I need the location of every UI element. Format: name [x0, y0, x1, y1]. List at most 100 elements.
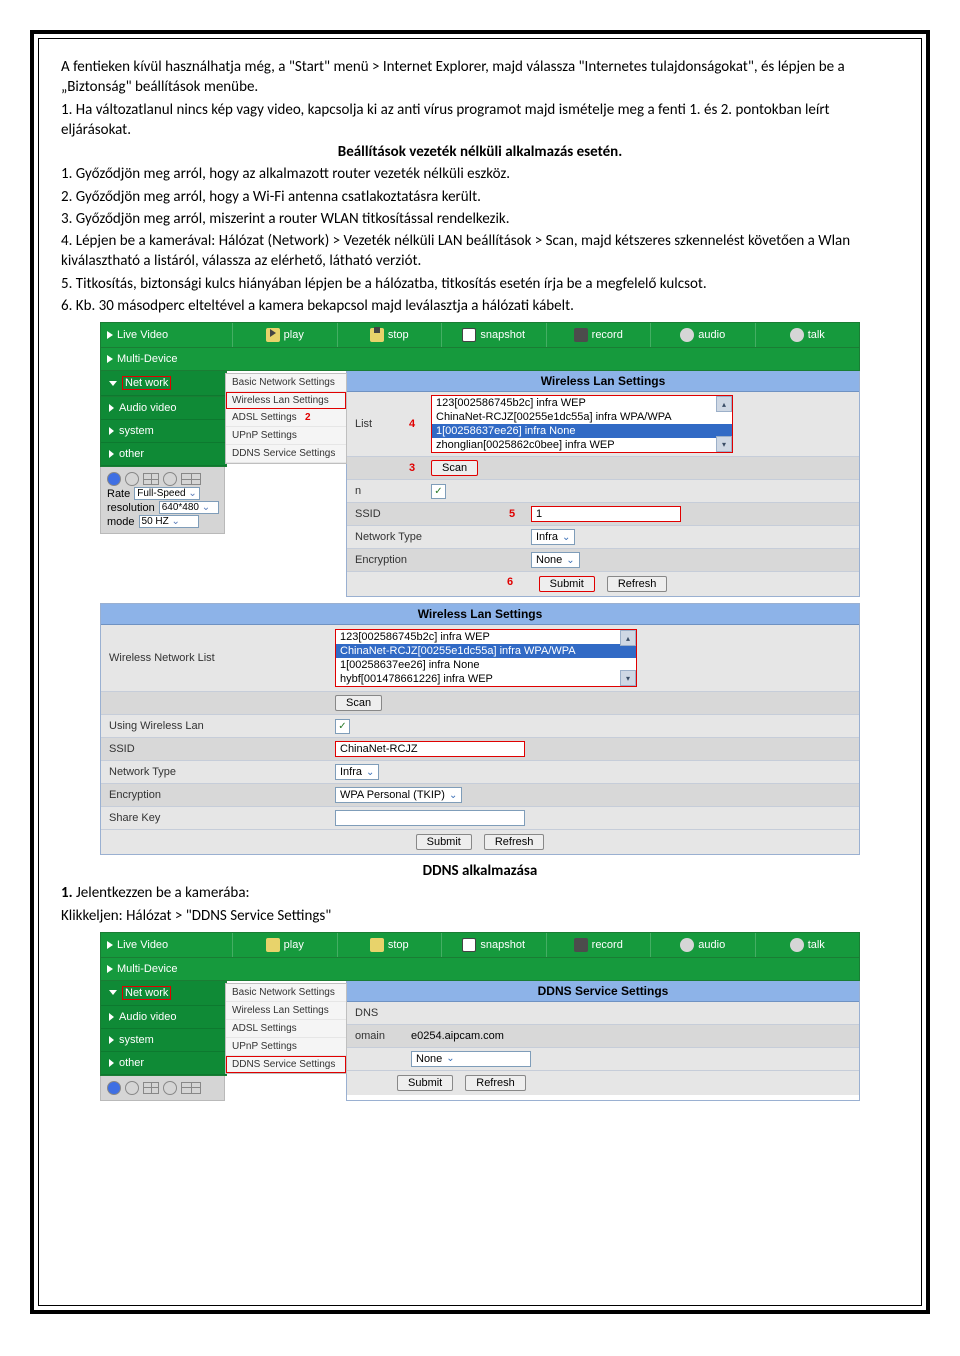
list-item[interactable]: 1[00258637ee26] infra None	[336, 658, 636, 672]
submenu-ddns[interactable]: DDNS Service Settings	[226, 1056, 346, 1073]
list-item-selected[interactable]: 1[00258637ee26] infra None	[432, 424, 732, 438]
view-mode-single-icon[interactable]	[107, 1081, 121, 1095]
sidebar-item-audio-video[interactable]: Audio video	[101, 397, 226, 420]
network-type-select[interactable]: Infra⌄	[531, 529, 575, 545]
submenu-upnp[interactable]: UPnP Settings	[226, 1038, 346, 1056]
wireless-network-list[interactable]: 123[002586745b2c] infra WEP ChinaNet-RCJ…	[431, 395, 733, 453]
view-mode-9-icon[interactable]	[181, 473, 201, 485]
scroll-up-icon[interactable]: ▴	[620, 630, 636, 646]
snapshot-button[interactable]: snapshot	[441, 933, 546, 957]
list-item[interactable]: hybf[001478661226] infra WEP	[336, 672, 636, 686]
scroll-down-icon[interactable]: ▾	[716, 436, 732, 452]
wireless-network-list[interactable]: 123[002586745b2c] infra WEP ChinaNet-RCJ…	[335, 629, 637, 687]
sidebar-item-system[interactable]: system	[101, 1029, 226, 1052]
scroll-down-icon[interactable]: ▾	[620, 670, 636, 686]
submenu-basic-network[interactable]: Basic Network Settings	[226, 374, 346, 392]
sidebar-lower: Audio video system other	[100, 397, 227, 467]
scan-button[interactable]: Scan	[431, 460, 478, 476]
play-button[interactable]: play	[232, 933, 337, 957]
marker-3: 3	[409, 462, 415, 474]
record-button[interactable]: record	[546, 323, 651, 347]
view-mode-blank2-icon[interactable]	[163, 472, 177, 486]
encryption-label: Encryption	[101, 786, 327, 804]
section-heading: Beállítások vezeték nélküli alkalmazás e…	[61, 142, 899, 162]
sidebar-item-multi-device[interactable]: Multi-Device	[101, 353, 232, 365]
submenu-ddns[interactable]: DDNS Service Settings	[226, 445, 346, 463]
view-mode-4-icon[interactable]	[143, 1082, 159, 1094]
snapshot-icon	[462, 938, 476, 952]
submenu-adsl[interactable]: ADSL Settings 2	[226, 409, 346, 427]
list-item: 3. Győződjön meg arról, miszerint a rout…	[61, 209, 899, 229]
screenshot-wlan-2: Wireless Lan Settings Wireless Network L…	[100, 603, 860, 855]
resolution-select[interactable]: 640*480	[159, 501, 219, 514]
submenu-wireless-lan[interactable]: Wireless Lan Settings	[226, 1002, 346, 1020]
sidebar-item-live-video[interactable]: Live Video	[101, 939, 232, 951]
scan-button[interactable]: Scan	[335, 695, 382, 711]
view-mode-blank-icon[interactable]	[125, 1081, 139, 1095]
list-item[interactable]: ChinaNet-RCJZ[00255e1dc55a] infra WPA/WP…	[432, 410, 732, 424]
ddns-provider-select[interactable]: None⌄	[411, 1051, 531, 1067]
domain-label: omain	[347, 1027, 403, 1045]
ssid-input[interactable]	[531, 506, 681, 522]
snapshot-icon	[462, 328, 476, 342]
list-item[interactable]: zhonglian[0025862c0bee] infra WEP	[432, 438, 732, 452]
share-key-input[interactable]	[335, 810, 525, 826]
paragraph: Klikkeljen: Hálózat > "DDNS Service Sett…	[61, 906, 899, 926]
sidebar-item-audio-video[interactable]: Audio video	[101, 1006, 226, 1029]
submenu-upnp[interactable]: UPnP Settings	[226, 427, 346, 445]
using-wlan-checkbox[interactable]: ✓	[335, 719, 350, 734]
submenu-basic-network[interactable]: Basic Network Settings	[226, 984, 346, 1002]
sidebar-item-other[interactable]: other	[101, 1052, 226, 1075]
view-mode-single-icon[interactable]	[107, 472, 121, 486]
list-item: 6. Kb. 30 másodperc elteltével a kamera …	[61, 296, 899, 316]
refresh-button[interactable]: Refresh	[465, 1075, 526, 1091]
scroll-up-icon[interactable]: ▴	[716, 396, 732, 412]
marker-5: 5	[509, 508, 515, 520]
refresh-button[interactable]: Refresh	[607, 576, 668, 592]
view-mode-blank-icon[interactable]	[125, 472, 139, 486]
document-body: A fentieken kívül használhatja még, a "S…	[61, 57, 899, 316]
sidebar: Net work	[100, 371, 227, 397]
audio-button[interactable]: audio	[650, 933, 755, 957]
view-mode-4-icon[interactable]	[143, 473, 159, 485]
talk-button[interactable]: talk	[755, 933, 860, 957]
paragraph: A fentieken kívül használhatja még, a "S…	[61, 57, 899, 98]
record-button[interactable]: record	[546, 933, 651, 957]
submit-button[interactable]: Submit	[539, 576, 595, 592]
sidebar-item-multi-device[interactable]: Multi-Device	[101, 963, 232, 975]
stop-button[interactable]: stop	[337, 323, 442, 347]
submenu-wireless-lan[interactable]: Wireless Lan Settings	[226, 392, 346, 409]
using-wlan-checkbox[interactable]: ✓	[431, 484, 446, 499]
encryption-select[interactable]: WPA Personal (TKIP)⌄	[335, 787, 462, 803]
screenshot-wlan-1: Live Video play stop snapshot record aud…	[100, 322, 860, 597]
rate-select[interactable]: Full-Speed	[134, 487, 200, 500]
sidebar-item-network[interactable]: Net work	[101, 371, 226, 396]
view-mode-9-icon[interactable]	[181, 1082, 201, 1094]
chevron-icon	[109, 427, 114, 435]
stop-button[interactable]: stop	[337, 933, 442, 957]
talk-button[interactable]: talk	[755, 323, 860, 347]
network-type-label: Network Type	[101, 763, 327, 781]
refresh-button[interactable]: Refresh	[484, 834, 545, 850]
mode-select[interactable]: 50 HZ	[139, 515, 199, 528]
audio-button[interactable]: audio	[650, 323, 755, 347]
encryption-select[interactable]: None⌄	[531, 552, 580, 568]
sidebar-item-live-video[interactable]: Live Video	[101, 329, 232, 341]
chevron-down-icon	[109, 990, 117, 995]
network-type-select[interactable]: Infra⌄	[335, 764, 379, 780]
marker-4: 4	[409, 418, 415, 430]
sidebar-item-other[interactable]: other	[101, 443, 226, 466]
list-item[interactable]: 123[002586745b2c] infra WEP	[432, 396, 732, 410]
sidebar-item-system[interactable]: system	[101, 420, 226, 443]
submenu-adsl[interactable]: ADSL Settings	[226, 1020, 346, 1038]
sidebar-item-network[interactable]: Net work	[101, 981, 226, 1006]
list-item[interactable]: 123[002586745b2c] infra WEP	[336, 630, 636, 644]
settings-panel: Wireless Lan Settings List 4 123[0025867…	[346, 371, 860, 597]
view-mode-blank2-icon[interactable]	[163, 1081, 177, 1095]
list-item-selected[interactable]: ChinaNet-RCJZ[00255e1dc55a] infra WPA/WP…	[336, 644, 636, 658]
ssid-input[interactable]	[335, 741, 525, 757]
submit-button[interactable]: Submit	[416, 834, 472, 850]
submit-button[interactable]: Submit	[397, 1075, 453, 1091]
play-button[interactable]: play	[232, 323, 337, 347]
snapshot-button[interactable]: snapshot	[441, 323, 546, 347]
